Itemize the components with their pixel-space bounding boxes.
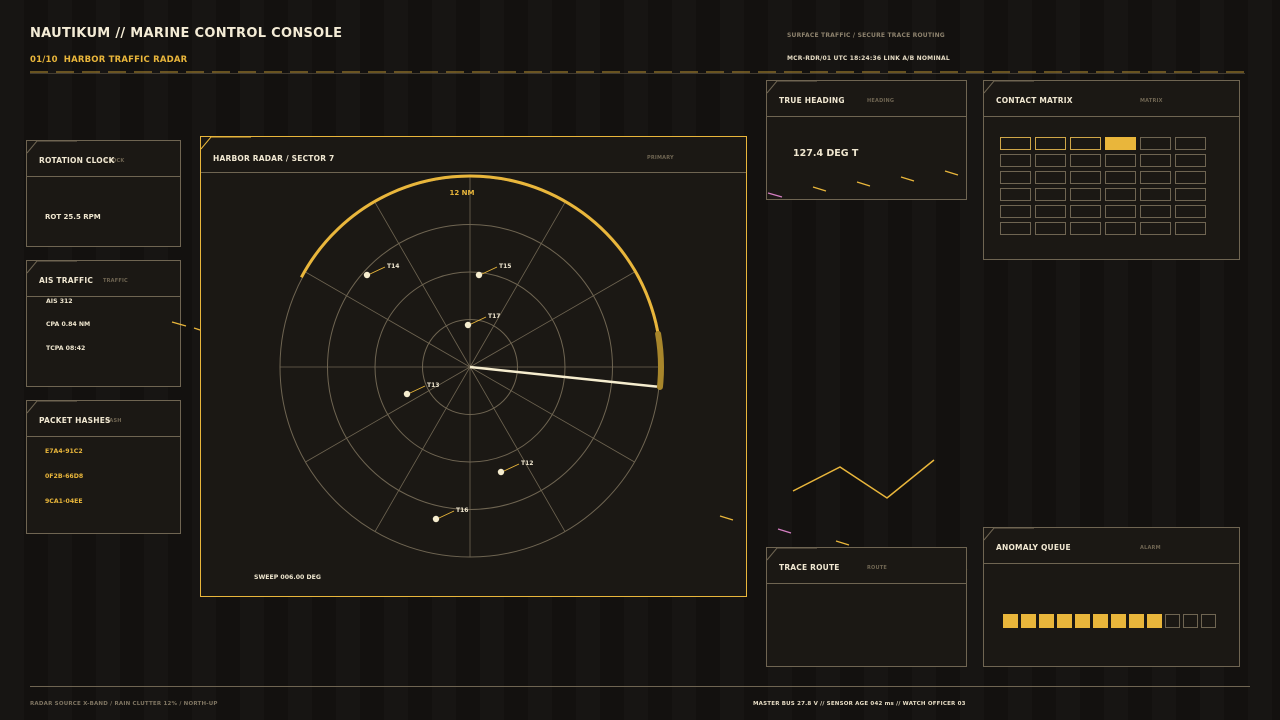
matrix-cell[interactable] [1070,188,1101,201]
anomaly-level-segment [1147,614,1162,628]
target-label: T14 [387,263,399,270]
matrix-cell[interactable] [1175,171,1206,184]
target-leader [369,266,386,275]
matrix-cell[interactable] [1105,222,1136,235]
target-leader [438,510,455,519]
anomaly-level-segment [1129,614,1144,628]
anomaly-level-segment [1021,614,1036,628]
target-dot[interactable] [432,515,440,523]
anomaly-level-segment [1183,614,1198,628]
matrix-cell[interactable] [1035,205,1066,218]
panel-title: TRUE HEADING [779,96,845,105]
heading-value: 127.4 DEG T [793,148,859,159]
matrix-cell[interactable] [1140,205,1171,218]
panel-title: CONTACT MATRIX [996,96,1073,105]
matrix-cell[interactable] [1070,222,1101,235]
bearing-line [305,366,471,463]
matrix-cell[interactable] [1000,188,1031,201]
target-leader [481,266,498,275]
anomaly-level-segment [1201,614,1216,628]
matrix-cell[interactable] [1070,171,1101,184]
matrix-cell[interactable] [1105,154,1136,167]
target-dot[interactable] [363,271,371,279]
panel-tag: MATRIX [1140,98,1163,104]
matrix-cell[interactable] [1035,154,1066,167]
bearing-line [305,271,471,368]
target-dot[interactable] [464,321,472,329]
matrix-cell[interactable] [1035,137,1066,150]
anomaly-level-segment [1093,614,1108,628]
anomaly-level-segment [1165,614,1180,628]
contact-matrix-grid [1000,137,1206,235]
radar-target-t14[interactable]: T14 [363,263,400,279]
matrix-cell[interactable] [1035,188,1066,201]
target-leader [470,316,487,325]
matrix-cell[interactable] [1105,188,1136,201]
target-label: T13 [427,382,439,389]
matrix-cell[interactable] [1000,154,1031,167]
matrix-cell[interactable] [1070,154,1101,167]
contact-matrix-panel: CONTACT MATRIX MATRIX [983,80,1240,260]
anomaly-level-segment [1057,614,1072,628]
matrix-cell[interactable] [1105,137,1136,150]
target-dot[interactable] [497,468,505,476]
panel-tag: ALARM [1140,545,1161,551]
matrix-cell[interactable] [1105,205,1136,218]
decor-dash-trail [767,170,959,198]
matrix-cell[interactable] [1000,137,1031,150]
anomaly-level-bar [1003,614,1216,628]
matrix-cell[interactable] [1140,171,1171,184]
anomaly-queue-panel: ANOMALY QUEUE ALARM [983,527,1240,667]
radar-sweep-tail [655,330,664,390]
radar-target-t16[interactable]: T16 [432,507,469,523]
radar-range-label: 12 NM [449,189,474,197]
matrix-cell[interactable] [1175,188,1206,201]
matrix-cell[interactable] [1175,205,1206,218]
bearing-line [469,202,566,368]
matrix-cell[interactable] [1105,171,1136,184]
matrix-cell[interactable] [1035,171,1066,184]
trace-route-panel: TRACE ROUTE ROUTE [766,547,967,667]
matrix-cell[interactable] [1000,222,1031,235]
anomaly-level-segment [1075,614,1090,628]
matrix-cell[interactable] [1070,137,1101,150]
radar-outer-arc [300,174,663,361]
target-label: T12 [521,460,533,467]
anomaly-level-segment [1039,614,1054,628]
target-label: T17 [488,313,500,320]
panel-tag: ROUTE [867,565,887,571]
target-label: T15 [499,263,511,270]
footer-system-status: MASTER BUS 27.8 V // SENSOR AGE 042 ms /… [753,701,966,707]
matrix-cell[interactable] [1000,171,1031,184]
target-leader [503,463,520,472]
matrix-cell[interactable] [1140,154,1171,167]
panel-title: TRACE ROUTE [779,563,840,572]
matrix-cell[interactable] [1175,137,1206,150]
anomaly-level-segment [1003,614,1018,628]
target-dot[interactable] [475,271,483,279]
matrix-cell[interactable] [1000,205,1031,218]
bearing-line [469,366,566,532]
matrix-cell[interactable] [1140,137,1171,150]
bearing-line [374,202,471,368]
matrix-cell[interactable] [1070,205,1101,218]
radar-target-t15[interactable]: T15 [475,263,512,279]
panel-title: ANOMALY QUEUE [996,543,1071,552]
matrix-cell[interactable] [1035,222,1066,235]
target-label: T16 [456,507,468,514]
matrix-cell[interactable] [1140,222,1171,235]
matrix-cell[interactable] [1140,188,1171,201]
footer-radar-source: RADAR SOURCE X-BAND / RAIN CLUTTER 12% /… [30,701,218,707]
decor-zigzag [792,459,935,499]
target-leader [409,385,426,394]
anomaly-level-segment [1111,614,1126,628]
target-dot[interactable] [403,390,411,398]
matrix-cell[interactable] [1175,222,1206,235]
panel-tag: HEADING [867,98,895,104]
matrix-cell[interactable] [1175,154,1206,167]
footer-divider [30,686,1250,687]
